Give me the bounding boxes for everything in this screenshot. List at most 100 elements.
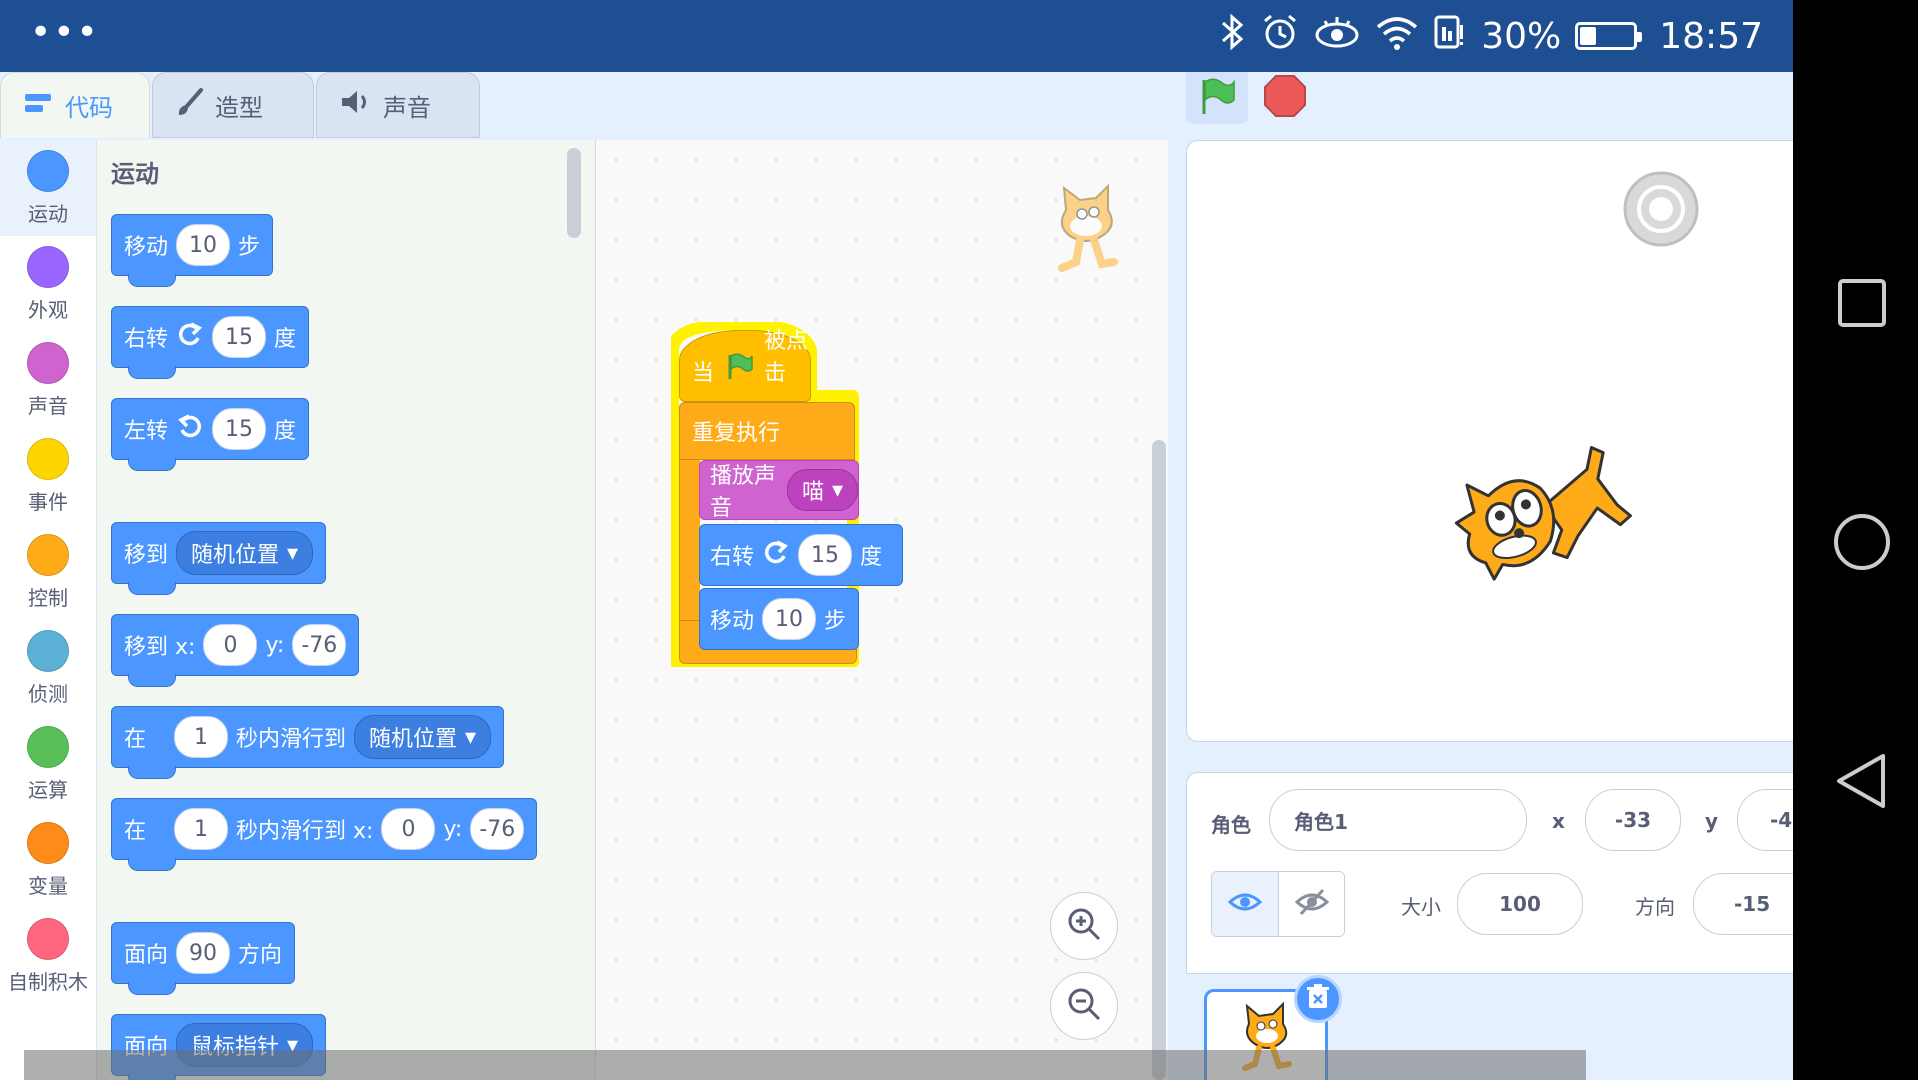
brush-icon bbox=[175, 87, 205, 123]
alarm-icon bbox=[1261, 13, 1299, 60]
recent-apps-icon[interactable] bbox=[1837, 278, 1887, 332]
category-variables[interactable]: 变量 bbox=[0, 812, 96, 908]
steps-input[interactable]: 10 bbox=[176, 224, 231, 266]
delete-sprite-button[interactable] bbox=[1294, 975, 1342, 1023]
block-text: 播放声音 bbox=[710, 464, 777, 521]
degrees-input[interactable]: 15 bbox=[212, 408, 267, 450]
x-input[interactable]: -33 bbox=[1585, 789, 1681, 851]
stop-button[interactable] bbox=[1263, 74, 1307, 122]
size-input[interactable]: 100 bbox=[1457, 873, 1583, 935]
block-when-flag-clicked[interactable]: 当 被点击 bbox=[679, 329, 811, 402]
caret-down-icon: ▾ bbox=[465, 724, 477, 750]
zoom-in-button[interactable] bbox=[1050, 892, 1118, 960]
category-menu: 运动 外观 声音 事件 控制 侦测 运算 变量 自制积木 bbox=[0, 140, 97, 1080]
more-icon[interactable]: ••• bbox=[30, 12, 100, 53]
turn-right-icon bbox=[762, 538, 790, 572]
block-glide[interactable]: 在 1 秒内滑行到 随机位置 ▾ bbox=[111, 706, 505, 779]
stage[interactable] bbox=[1186, 140, 1793, 742]
tab-code[interactable]: 代码 bbox=[0, 72, 150, 138]
visibility-toggle bbox=[1211, 871, 1345, 937]
clock: 18:57 bbox=[1659, 15, 1763, 57]
zoom-out-button[interactable] bbox=[1050, 972, 1118, 1040]
block-text: 被点击 bbox=[764, 329, 809, 386]
tab-sounds[interactable]: 声音 bbox=[316, 72, 480, 138]
x-input[interactable]: 0 bbox=[203, 624, 258, 666]
category-motion[interactable]: 运动 bbox=[0, 140, 96, 236]
palette-scrollbar[interactable] bbox=[567, 148, 581, 238]
block-goto[interactable]: 移到 随机位置 ▾ bbox=[111, 522, 327, 595]
block-turn-right-script[interactable]: 右转 15 度 bbox=[699, 524, 903, 586]
y-input[interactable]: -76 bbox=[292, 624, 347, 666]
block-text: 度 bbox=[274, 419, 297, 444]
block-move-steps[interactable]: 移动 10 步 bbox=[111, 214, 274, 287]
eye-care-icon bbox=[1313, 13, 1361, 60]
category-my-blocks[interactable]: 自制积木 bbox=[0, 908, 96, 1004]
seconds-input[interactable]: 1 bbox=[174, 716, 229, 758]
block-turn-left[interactable]: 左转 15 度 bbox=[111, 398, 310, 471]
green-flag-icon bbox=[724, 351, 754, 387]
steps-input[interactable]: 10 bbox=[762, 598, 817, 640]
tab-sounds-label: 声音 bbox=[383, 93, 431, 122]
sound-dropdown[interactable]: 喵 ▾ bbox=[786, 469, 858, 511]
show-button[interactable] bbox=[1212, 872, 1279, 936]
category-label: 外观 bbox=[28, 298, 68, 322]
block-text: 右转 bbox=[124, 327, 169, 352]
block-move-script[interactable]: 移动 10 步 bbox=[699, 588, 859, 650]
caret-down-icon: ▾ bbox=[831, 477, 843, 503]
degrees-input[interactable]: 15 bbox=[212, 316, 267, 358]
eye-icon bbox=[1227, 890, 1263, 918]
block-forever[interactable]: 重复执行 bbox=[679, 402, 855, 460]
category-sensing[interactable]: 侦测 bbox=[0, 620, 96, 716]
glide-target-dropdown[interactable]: 随机位置 ▾ bbox=[354, 715, 492, 759]
tab-costumes[interactable]: 造型 bbox=[152, 72, 314, 138]
category-label: 运算 bbox=[28, 778, 68, 802]
block-text: 度 bbox=[274, 327, 297, 352]
block-turn-right[interactable]: 右转 15 度 bbox=[111, 306, 310, 379]
y-input[interactable]: -43 bbox=[1737, 789, 1793, 851]
block-point-direction[interactable]: 面向 90 方向 bbox=[111, 922, 296, 995]
scratch-app: 代码 造型 声音 运动 外观 声音 事件 控制 侦测 运算 变量 自制积木 运动… bbox=[0, 72, 1793, 1080]
goto-target-dropdown[interactable]: 随机位置 ▾ bbox=[176, 531, 314, 575]
block-palette: 运动 移动 10 步 右转 15 度 左转 15 度 移到 随机位置 ▾ 移到 x… bbox=[97, 140, 596, 1080]
category-events[interactable]: 事件 bbox=[0, 428, 96, 524]
block-text: 秒内滑行到 bbox=[236, 727, 347, 752]
block-goto-xy[interactable]: 移到 x: 0 y: -76 bbox=[111, 614, 360, 687]
direction-input[interactable]: 90 bbox=[176, 932, 231, 974]
category-looks[interactable]: 外观 bbox=[0, 236, 96, 332]
sprite-name-input[interactable]: 角色1 bbox=[1269, 789, 1527, 851]
green-flag-button[interactable] bbox=[1186, 72, 1248, 124]
block-text: y: bbox=[265, 632, 285, 658]
home-icon[interactable] bbox=[1832, 512, 1892, 576]
degrees-input[interactable]: 15 bbox=[798, 534, 853, 576]
sprite-cat[interactable] bbox=[1449, 441, 1649, 605]
status-bar: ••• 30% 18:57 bbox=[0, 0, 1793, 72]
category-sound[interactable]: 声音 bbox=[0, 332, 96, 428]
tab-code-label: 代码 bbox=[65, 94, 113, 122]
category-label: 侦测 bbox=[28, 682, 68, 706]
block-text: y: bbox=[443, 816, 463, 842]
block-text: 移动 bbox=[710, 609, 755, 634]
category-control[interactable]: 控制 bbox=[0, 524, 96, 620]
sprite-watermark-icon bbox=[1036, 180, 1136, 288]
block-text: 度 bbox=[860, 545, 883, 570]
category-operators[interactable]: 运算 bbox=[0, 716, 96, 812]
y-input[interactable]: -76 bbox=[470, 808, 525, 850]
seconds-input[interactable]: 1 bbox=[174, 808, 229, 850]
hide-button[interactable] bbox=[1279, 872, 1344, 936]
block-glide-xy[interactable]: 在 1 秒内滑行到 x: 0 y: -76 bbox=[111, 798, 538, 871]
category-label: 控制 bbox=[28, 586, 68, 610]
x-input[interactable]: 0 bbox=[381, 808, 436, 850]
green-flag-icon bbox=[1197, 76, 1237, 120]
size-label: 大小 bbox=[1401, 895, 1441, 919]
back-icon[interactable] bbox=[1833, 752, 1889, 814]
stage-header bbox=[1169, 72, 1793, 140]
script-workspace[interactable]: 当 被点击 重复执行 播放声音 喵 ▾ 右转 15 度 移动 10 步 bbox=[596, 140, 1168, 1080]
category-label: 自制积木 bbox=[8, 970, 88, 994]
block-text: 移到 x: bbox=[124, 635, 196, 660]
workspace-scrollbar[interactable] bbox=[1152, 440, 1166, 1080]
direction-input[interactable]: -15 bbox=[1693, 873, 1793, 935]
dropdown-value: 随机位置 bbox=[369, 727, 458, 752]
zoom-out-icon bbox=[1066, 986, 1102, 1026]
speaker-icon bbox=[339, 88, 373, 122]
block-play-sound[interactable]: 播放声音 喵 ▾ bbox=[699, 460, 859, 521]
